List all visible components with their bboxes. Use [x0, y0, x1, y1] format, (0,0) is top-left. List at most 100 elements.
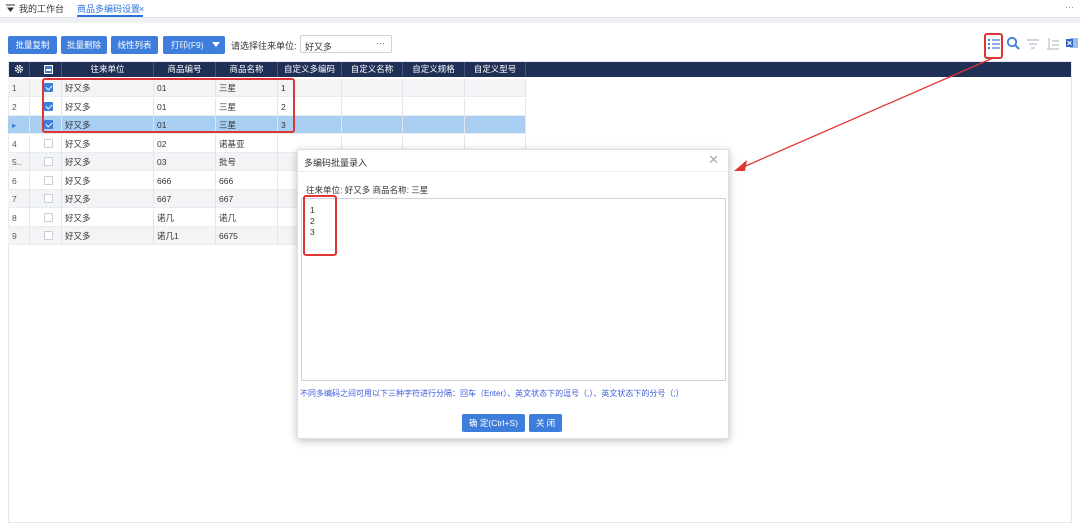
print-button-label: 打印(F9)	[171, 40, 204, 50]
tab-bar: 我的工作台 商品多编码设置 × ···	[0, 0, 1080, 18]
cell-custom-model[interactable]	[465, 97, 526, 116]
header-product-name[interactable]: 商品名称	[216, 61, 278, 77]
cell-product-code[interactable]: 01	[154, 97, 216, 116]
cell-unit[interactable]: 好又多	[62, 227, 154, 245]
cell-product-name[interactable]: 三星	[216, 97, 278, 116]
cell-unit[interactable]: 好又多	[62, 208, 154, 227]
batch-copy-button[interactable]: 批量复制	[8, 36, 57, 54]
row-checkbox[interactable]	[44, 120, 53, 129]
separator-strip	[0, 18, 1080, 23]
textarea-line: 1	[310, 205, 315, 215]
cell-unit[interactable]: 好又多	[62, 153, 154, 171]
active-tab-indicator	[77, 15, 143, 17]
row-checkbox[interactable]	[44, 83, 53, 92]
close-button[interactable]: 关 闭	[529, 414, 562, 432]
menu-icon[interactable]	[6, 4, 15, 13]
cell-custom-name[interactable]	[342, 116, 403, 134]
batch-entry-icon[interactable]	[987, 37, 1001, 51]
dialog-title-divider	[298, 171, 728, 172]
row-number[interactable]: ▸	[8, 116, 30, 134]
row-checkbox[interactable]	[44, 157, 53, 166]
cell-custom-multi-code[interactable]: 1	[278, 79, 342, 97]
row-number[interactable]: 1	[8, 79, 30, 97]
cell-product-code[interactable]: 03	[154, 153, 216, 171]
confirm-button[interactable]: 确 定(Ctrl+S)	[462, 414, 525, 432]
separator-hint: 不同多编码之间可用以下三种字符进行分隔：回车（Enter）、英文状态下的逗号（,…	[300, 389, 684, 398]
cell-product-name[interactable]: 666	[216, 171, 278, 190]
table-row[interactable]: 1 好又多 01 三星 1	[8, 79, 526, 97]
cell-custom-spec[interactable]	[403, 79, 465, 97]
dialog-info: 往来单位: 好又多 商品名称: 三星	[306, 185, 429, 195]
header-custom-name[interactable]: 自定义名称	[342, 61, 403, 77]
row-checkbox[interactable]	[44, 138, 53, 148]
sort-icon[interactable]	[1046, 37, 1060, 51]
cell-unit[interactable]: 好又多	[62, 97, 154, 116]
cell-product-code[interactable]: 诺几1	[154, 227, 216, 245]
row-number[interactable]: 4	[8, 134, 30, 153]
cell-product-code[interactable]: 01	[154, 79, 216, 97]
cell-custom-multi-code[interactable]: 2	[278, 97, 342, 116]
cell-custom-model[interactable]	[465, 79, 526, 97]
cell-unit[interactable]: 好又多	[62, 190, 154, 208]
header-custom-multi-code[interactable]: 自定义多编码	[278, 61, 342, 77]
cell-unit[interactable]: 好又多	[62, 134, 154, 153]
table-row[interactable]: ▸ 好又多 01 三星 3	[8, 116, 526, 134]
more-icon[interactable]: ···	[1065, 2, 1074, 12]
grid-header: 往来单位 商品编号 商品名称 自定义多编码 自定义名称 自定义规格 自定义型号	[8, 61, 526, 77]
multi-code-textarea[interactable]: 1 2 3	[301, 198, 726, 381]
header-custom-model[interactable]: 自定义型号	[465, 61, 526, 77]
header-custom-spec[interactable]: 自定义规格	[403, 61, 465, 77]
batch-delete-button[interactable]: 批量删除	[61, 36, 107, 54]
textarea-line: 2	[310, 216, 315, 226]
dialog-close-icon[interactable]: ✕	[708, 152, 719, 168]
search-icon[interactable]	[1006, 36, 1020, 50]
row-number[interactable]: 9	[8, 227, 30, 245]
cell-product-name[interactable]: 诺基亚	[216, 134, 278, 153]
dialog-title: 多编码批量录入	[304, 158, 368, 168]
cell-unit[interactable]: 好又多	[62, 79, 154, 97]
cell-unit[interactable]: 好又多	[62, 171, 154, 190]
row-number[interactable]: 6	[8, 171, 30, 190]
cell-product-code[interactable]: 666	[154, 171, 216, 190]
tab-workbench[interactable]: 我的工作台	[19, 3, 64, 15]
header-product-code[interactable]: 商品编号	[154, 61, 216, 77]
cell-product-code[interactable]: 667	[154, 190, 216, 208]
row-number[interactable]: 8	[8, 208, 30, 227]
linear-list-button[interactable]: 线性列表	[111, 36, 158, 54]
cell-custom-name[interactable]	[342, 79, 403, 97]
row-checkbox[interactable]	[44, 212, 53, 222]
cell-custom-spec[interactable]	[403, 116, 465, 134]
row-checkbox[interactable]	[44, 101, 53, 111]
unit-picker-button[interactable]: ···	[376, 38, 385, 48]
cell-custom-model[interactable]	[465, 116, 526, 134]
filter-icon[interactable]	[1026, 37, 1040, 51]
cell-product-name[interactable]: 6675	[216, 227, 278, 245]
cell-product-code[interactable]: 诺几	[154, 208, 216, 227]
cell-product-name[interactable]: 667	[216, 190, 278, 208]
tab-close-icon[interactable]: ×	[139, 3, 144, 15]
cell-product-name[interactable]: 诺几	[216, 208, 278, 227]
excel-export-icon[interactable]	[1065, 36, 1079, 50]
tab-multi-code-settings[interactable]: 商品多编码设置	[77, 3, 140, 15]
cell-unit[interactable]: 好又多	[62, 116, 154, 134]
row-checkbox[interactable]	[44, 194, 53, 203]
header-unit[interactable]: 往来单位	[62, 61, 154, 77]
cell-product-code[interactable]: 01	[154, 116, 216, 134]
cell-product-name[interactable]: 三星	[216, 79, 278, 97]
row-checkbox[interactable]	[44, 231, 53, 240]
cell-product-name[interactable]: 批号	[216, 153, 278, 171]
cell-product-code[interactable]: 02	[154, 134, 216, 153]
row-number[interactable]: 2	[8, 97, 30, 116]
cell-product-name[interactable]: 三星	[216, 116, 278, 134]
cell-custom-multi-code[interactable]: 3	[278, 116, 342, 134]
header-checkbox-cell	[30, 61, 62, 77]
textarea-line: 3	[310, 227, 315, 237]
row-checkbox[interactable]	[44, 175, 53, 185]
table-row[interactable]: 2 好又多 01 三星 2	[8, 97, 526, 116]
row-number[interactable]: 7	[8, 190, 30, 208]
unit-select[interactable]: 好又多 ···	[300, 35, 392, 53]
cell-custom-name[interactable]	[342, 97, 403, 116]
row-number[interactable]: 5..	[8, 153, 30, 171]
print-button[interactable]: 打印(F9)	[163, 36, 225, 54]
cell-custom-spec[interactable]	[403, 97, 465, 116]
